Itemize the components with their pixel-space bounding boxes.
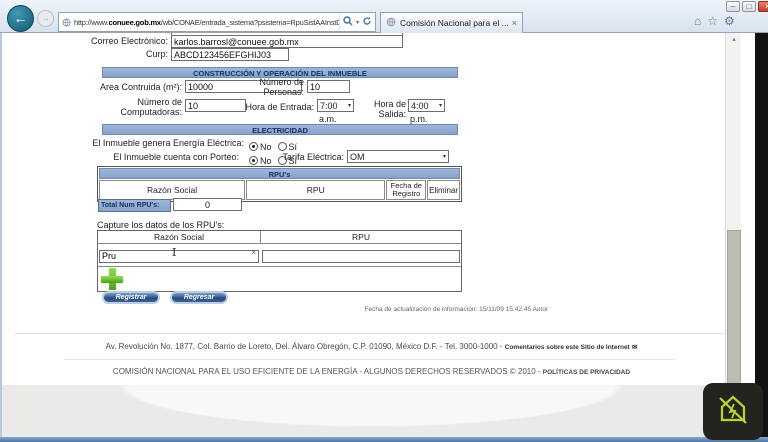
form-buttons: Registrar Regresar [102,291,228,304]
add-rpu-plus-icon[interactable] [101,268,123,290]
section-header-electricidad: ELECTRICIDAD [102,124,458,135]
col-fecha-registro: Fecha de Registro [386,180,426,200]
curp-label: Curp: [60,49,168,59]
browser-titlebar: – □ × ← → http://www.conuee.gob.mx/wb/CO… [0,0,768,33]
page-content: Correo Electrónico: Curp: CONSTRUCCIÓN Y… [0,33,755,437]
total-rpus-field[interactable] [173,198,242,211]
computadoras-field[interactable] [185,99,246,112]
close-button[interactable]: × [758,1,768,12]
rpus-table: RPU's Razón Social RPU Fecha de Registro… [97,166,462,202]
address-bar[interactable]: http://www.conuee.gob.mx/wb/CONAE/entrad… [58,12,376,32]
footer-top-divider [14,333,728,334]
favorites-star-icon[interactable]: ☆ [707,14,718,28]
footer-divider [64,359,676,360]
curp-field[interactable] [171,48,289,61]
am-suffix: a.m. [319,114,337,124]
regresar-button[interactable]: Regresar [170,291,228,304]
privacy-link[interactable]: POLÍTICAS DE PRIVACIDAD [543,369,630,376]
hora-entrada-select[interactable]: 7:00 ▾ [317,99,354,112]
hora-salida-label: Hora de Salida: [372,99,406,119]
computadoras-label: Número de Computadoras: [98,97,182,117]
capture-table-header: Razón Social RPU [98,231,461,244]
page-icon [62,18,71,27]
col-razon-social: Razón Social [99,180,245,200]
total-rpus-label: Total Num RPU's: [98,199,171,212]
footer-address: Av. Revolución No. 1877, Col. Barrio de … [2,342,741,351]
chrome-icons: ⌂ ☆ ⚙ [694,14,735,28]
update-date-text: Fecha de actualización de información: 1… [302,306,548,313]
genera-energia-label: El Inmueble genera Energía Eléctrica: [42,138,244,148]
comments-link[interactable]: Comentarios sobre este Sitio de Internet [505,344,630,351]
col-eliminar: Eliminar [427,180,460,200]
chevron-down-icon: ▾ [443,153,446,160]
window-bottom-border [0,437,768,442]
registrar-button[interactable]: Registrar [102,291,160,304]
porteo-label: El Inmueble cuenta con Porteo: [42,152,239,162]
tab-title: Comisión Nacional para el ... [400,18,508,28]
radio-genera-si[interactable] [278,142,287,151]
text-cursor: I [172,246,176,259]
capture-table: Razón Social RPU × [97,230,462,292]
capture-col-rpu: RPU [261,231,461,243]
refresh-icon[interactable] [362,13,372,31]
col-rpu: RPU [246,180,385,200]
email-field[interactable] [171,35,403,48]
tab-favicon-icon [386,14,396,32]
capture-input-row: × [98,244,461,267]
chevron-down-icon: ▾ [439,102,442,109]
hora-entrada-label: Hora de Entrada: [240,102,314,112]
scrollbar[interactable]: ▴ ▾ [725,33,741,437]
razon-social-input-wrap: × [99,246,259,264]
back-button[interactable]: ← [7,5,34,32]
personas-field[interactable] [307,80,350,93]
tarifa-label: Tarifa Eléctrica: [280,152,344,162]
watermark-logo [703,383,763,440]
address-bar-tools: ▾ [339,13,372,31]
chevron-down-icon: ▾ [348,102,351,109]
page-bottom-area [2,385,741,437]
personas-label: Número de Personas: [244,77,304,97]
tools-gear-icon[interactable]: ⚙ [724,14,735,28]
scroll-up-icon[interactable]: ▴ [726,33,742,47]
maximize-button[interactable]: □ [742,1,756,12]
razon-social-field[interactable] [99,250,259,263]
capture-col-razon-social: Razón Social [98,231,261,243]
search-dropdown-icon[interactable]: ▾ [356,19,359,26]
email-label: Correo Electrónico: [60,36,168,46]
hora-salida-select[interactable]: 4:00 ▾ [408,99,445,112]
rpu-input-wrap [262,246,460,264]
area-label: Area Contruida (m²): [50,82,182,92]
add-rpu-row [98,267,461,291]
radio-genera-no[interactable] [249,142,258,151]
rpus-table-header: Razón Social RPU Fecha de Registro Elimi… [99,180,460,200]
search-icon[interactable] [343,13,353,31]
tab-close-button[interactable]: × [512,18,517,28]
tarifa-select[interactable]: OM ▾ [347,150,449,163]
radio-porteo-no[interactable] [249,156,258,165]
footer-copyright: COMISIÓN NACIONAL PARA EL USO EFICIENTE … [2,367,741,376]
pm-suffix: p.m. [410,114,428,124]
rpus-table-title: RPU's [99,168,460,179]
rpu-field[interactable] [262,250,460,263]
mail-icon: ✉ [632,344,637,351]
clear-input-icon[interactable]: × [251,248,256,257]
forward-button[interactable]: → [37,10,54,27]
home-icon[interactable]: ⌂ [694,14,701,28]
url-text: http://www.conuee.gob.mx/wb/CONAE/entrad… [74,18,339,27]
desktop-background-strip [755,33,768,437]
browser-tab[interactable]: Comisión Nacional para el ... × [380,12,523,33]
house-energy-icon [713,389,753,434]
url-domain: conuee.gob.mx [108,18,160,27]
minimize-button[interactable]: – [726,1,740,12]
window-controls: – □ × [726,1,768,12]
capture-instruction: Capture los datos de los RPU's: [97,220,224,230]
